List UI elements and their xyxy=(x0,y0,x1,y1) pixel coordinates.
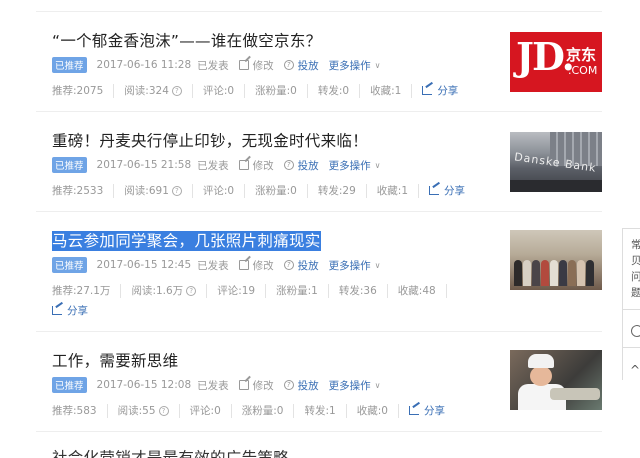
edit-icon xyxy=(238,160,249,170)
article-item: “一个郁金香泡沫”——谁在做空京东？ 已推荐 2017-06-16 11:28 … xyxy=(36,12,602,112)
recommended-badge: 已推荐 xyxy=(52,257,87,273)
article-stats-row: 推荐: 583 阅读: 55? 评论: 0 涨粉量: 0 转发: 1 收藏: 0… xyxy=(52,403,445,418)
article-meta-row: 已推荐 2017-06-15 12:08 已发表 修改 ? 投放 更多操作 ∨ xyxy=(52,377,381,393)
stat-repost: 转发: 0 xyxy=(318,83,370,98)
share-button[interactable]: 分享 xyxy=(52,303,88,318)
stat-fav: 收藏: 48 xyxy=(398,283,457,298)
stat-fans: 涨粉量: 1 xyxy=(276,283,339,298)
article-stats-row: 推荐: 27.1万 阅读: 1.6万? 评论: 19 涨粉量: 1 转发: 36… xyxy=(52,283,457,298)
article-title-partial[interactable]: 社会化营销才是最有效的广告策略 xyxy=(52,446,289,458)
help-icon[interactable]: ? xyxy=(171,185,182,196)
coin-icon: ? xyxy=(283,380,294,390)
stat-fav: 收藏: 0 xyxy=(357,403,409,418)
back-to-top-icon[interactable]: ^ xyxy=(630,363,640,377)
more-ops-button[interactable]: 更多操作 ∨ xyxy=(329,158,381,173)
stat-read: 阅读: 1.6万? xyxy=(131,283,217,298)
article-meta-row: 已推荐 2017-06-16 11:28 已发表 修改 ? 投放 更多操作 ∨ xyxy=(52,57,381,73)
publish-date: 2017-06-15 12:45 xyxy=(96,259,192,271)
share-icon xyxy=(422,86,433,95)
stat-recommend: 推荐: 2533 xyxy=(52,183,124,198)
stat-recommend: 推荐: 27.1万 xyxy=(52,283,131,298)
edit-icon xyxy=(238,60,249,70)
comment-bubble-icon[interactable] xyxy=(631,325,640,337)
article-title[interactable]: 工作，需要新思维 xyxy=(52,349,178,371)
published-status: 已发表 xyxy=(197,59,229,72)
edit-button[interactable]: 修改 xyxy=(238,378,274,393)
article-item: 重磅！丹麦央行停止印钞，无现金时代来临！ 已推荐 2017-06-15 21:5… xyxy=(36,112,602,212)
more-ops-button[interactable]: 更多操作 ∨ xyxy=(329,58,381,73)
share-icon xyxy=(52,306,62,315)
stat-fans: 涨粉量: 0 xyxy=(255,83,318,98)
stat-fav: 收藏: 1 xyxy=(377,183,429,198)
article-share-row: 分享 xyxy=(52,303,88,318)
chevron-down-icon: ∨ xyxy=(374,160,381,170)
article-item: 马云参加同学聚会，几张照片刺痛现实 已推荐 2017-06-15 12:45 已… xyxy=(36,212,602,332)
recommended-badge: 已推荐 xyxy=(52,157,87,173)
stat-fav: 收藏: 1 xyxy=(370,83,422,98)
article-thumbnail[interactable]: JD. 京东 .COM xyxy=(510,32,602,92)
share-icon xyxy=(408,406,419,415)
more-ops-button[interactable]: 更多操作 ∨ xyxy=(329,258,381,273)
chevron-down-icon: ∨ xyxy=(374,60,381,70)
more-ops-button[interactable]: 更多操作 ∨ xyxy=(329,378,381,393)
published-status: 已发表 xyxy=(197,259,229,272)
publish-date: 2017-06-15 21:58 xyxy=(96,159,192,171)
chevron-down-icon: ∨ xyxy=(374,380,381,390)
chevron-down-icon: ∨ xyxy=(374,260,381,270)
side-float-panel: 常 贝 问 题 ^ xyxy=(622,228,640,380)
coin-icon: ? xyxy=(283,260,294,270)
article-stats-row: 推荐: 2533 阅读: 691? 评论: 0 涨粉量: 0 转发: 29 收藏… xyxy=(52,183,465,198)
stat-comment: 评论: 0 xyxy=(203,183,255,198)
cast-button[interactable]: ? 投放 xyxy=(283,58,319,73)
help-icon[interactable]: ? xyxy=(171,85,182,96)
coin-icon: ? xyxy=(283,60,294,70)
article-thumbnail[interactable] xyxy=(510,230,602,290)
stat-comment: 评论: 0 xyxy=(190,403,242,418)
stat-comment: 评论: 19 xyxy=(217,283,276,298)
article-title[interactable]: “一个郁金香泡沫”——谁在做空京东？ xyxy=(52,29,321,51)
stat-repost: 转发: 36 xyxy=(339,283,398,298)
share-button[interactable]: 分享 xyxy=(408,403,445,418)
publish-date: 2017-06-15 12:08 xyxy=(96,379,192,391)
published-status: 已发表 xyxy=(197,379,229,392)
edit-button[interactable]: 修改 xyxy=(238,258,274,273)
stat-read: 阅读: 324? xyxy=(124,83,203,98)
article-title[interactable]: 马云参加同学聚会，几张照片刺痛现实 xyxy=(52,229,321,251)
stat-repost: 转发: 29 xyxy=(318,183,377,198)
help-icon[interactable]: ? xyxy=(158,405,169,416)
edit-icon xyxy=(238,380,249,390)
jd-logo-text: JD. xyxy=(516,34,575,79)
stat-read: 阅读: 691? xyxy=(124,183,203,198)
article-meta-row: 已推荐 2017-06-15 21:58 已发表 修改 ? 投放 更多操作 ∨ xyxy=(52,157,381,173)
stat-recommend: 推荐: 2075 xyxy=(52,83,124,98)
side-text[interactable]: 常 xyxy=(631,237,640,252)
stat-comment: 评论: 0 xyxy=(203,83,255,98)
help-icon[interactable]: ? xyxy=(186,285,197,296)
stat-read: 阅读: 55? xyxy=(118,403,190,418)
article-meta-row: 已推荐 2017-06-15 12:45 已发表 修改 ? 投放 更多操作 ∨ xyxy=(52,257,381,273)
article-stats-row: 推荐: 2075 阅读: 324? 评论: 0 涨粉量: 0 转发: 0 收藏:… xyxy=(52,83,458,98)
cast-button[interactable]: ? 投放 xyxy=(283,158,319,173)
edit-button[interactable]: 修改 xyxy=(238,158,274,173)
stat-fans: 涨粉量: 0 xyxy=(242,403,305,418)
article-thumbnail[interactable]: Danske Bank xyxy=(510,132,602,192)
article-item: 工作，需要新思维 已推荐 2017-06-15 12:08 已发表 修改 ? 投放… xyxy=(36,332,602,432)
stat-repost: 转发: 1 xyxy=(304,403,356,418)
stat-recommend: 推荐: 583 xyxy=(52,403,118,418)
article-thumbnail[interactable] xyxy=(510,350,602,410)
share-icon xyxy=(429,186,439,195)
publish-date: 2017-06-16 11:28 xyxy=(96,59,192,71)
edit-button[interactable]: 修改 xyxy=(238,58,274,73)
cast-button[interactable]: ? 投放 xyxy=(283,258,319,273)
edit-icon xyxy=(238,260,249,270)
share-button[interactable]: 分享 xyxy=(422,83,458,98)
article-title[interactable]: 重磅！丹麦央行停止印钞，无现金时代来临！ xyxy=(52,129,368,151)
published-status: 已发表 xyxy=(197,159,229,172)
recommended-badge: 已推荐 xyxy=(52,377,87,393)
coin-icon: ? xyxy=(283,160,294,170)
cast-button[interactable]: ? 投放 xyxy=(283,378,319,393)
share-button[interactable]: 分享 xyxy=(429,183,465,198)
stat-fans: 涨粉量: 0 xyxy=(255,183,318,198)
recommended-badge: 已推荐 xyxy=(52,57,87,73)
